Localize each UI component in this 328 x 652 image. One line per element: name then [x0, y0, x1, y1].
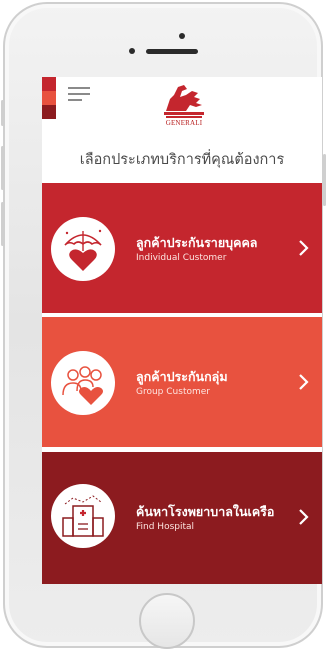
brand-name: GENERALI — [165, 119, 203, 127]
proximity-sensor — [129, 48, 135, 54]
volume-up-button — [1, 146, 4, 190]
brand-bar-dark — [42, 105, 56, 119]
front-camera — [179, 33, 185, 39]
group-customer-card[interactable]: ลูกค้าประกันกลุ่ม Group Customer — [42, 317, 322, 447]
home-button[interactable] — [139, 593, 195, 649]
brand-bar-red — [42, 77, 56, 91]
volume-down-button — [1, 202, 4, 246]
individual-customer-subtitle: Individual Customer — [136, 253, 227, 263]
brand-bar-light — [42, 91, 56, 105]
app-screen: GENERALI เลือกประเภทบริการที่คุณต้องการ … — [42, 77, 322, 584]
generali-logo: GENERALI — [156, 81, 212, 133]
group-heart-icon — [51, 351, 115, 415]
group-customer-subtitle: Group Customer — [136, 387, 210, 397]
find-hospital-title: ค้นหาโรงพยาบาลในเครือ — [136, 504, 275, 519]
find-hospital-card[interactable]: ค้นหาโรงพยาบาลในเครือ Find Hospital — [42, 452, 322, 584]
individual-customer-title: ลูกค้าประกันรายบุคคล — [136, 235, 258, 250]
individual-customer-card[interactable]: ลูกค้าประกันรายบุคคล Individual Customer — [42, 183, 322, 313]
lion-icon — [164, 85, 204, 118]
page-heading: เลือกประเภทบริการที่คุณต้องการ — [79, 152, 285, 168]
chevron-right-icon — [299, 509, 309, 525]
hamburger-menu-icon[interactable] — [68, 87, 90, 101]
find-hospital-subtitle: Find Hospital — [136, 522, 195, 532]
chevron-right-icon — [299, 240, 309, 256]
group-customer-title: ลูกค้าประกันกลุ่ม — [136, 369, 228, 384]
chevron-right-icon — [299, 374, 309, 390]
earpiece-speaker — [146, 49, 198, 54]
mute-switch — [1, 100, 4, 126]
umbrella-heart-icon — [51, 217, 115, 281]
hospital-icon — [51, 484, 115, 548]
power-button — [323, 154, 326, 206]
